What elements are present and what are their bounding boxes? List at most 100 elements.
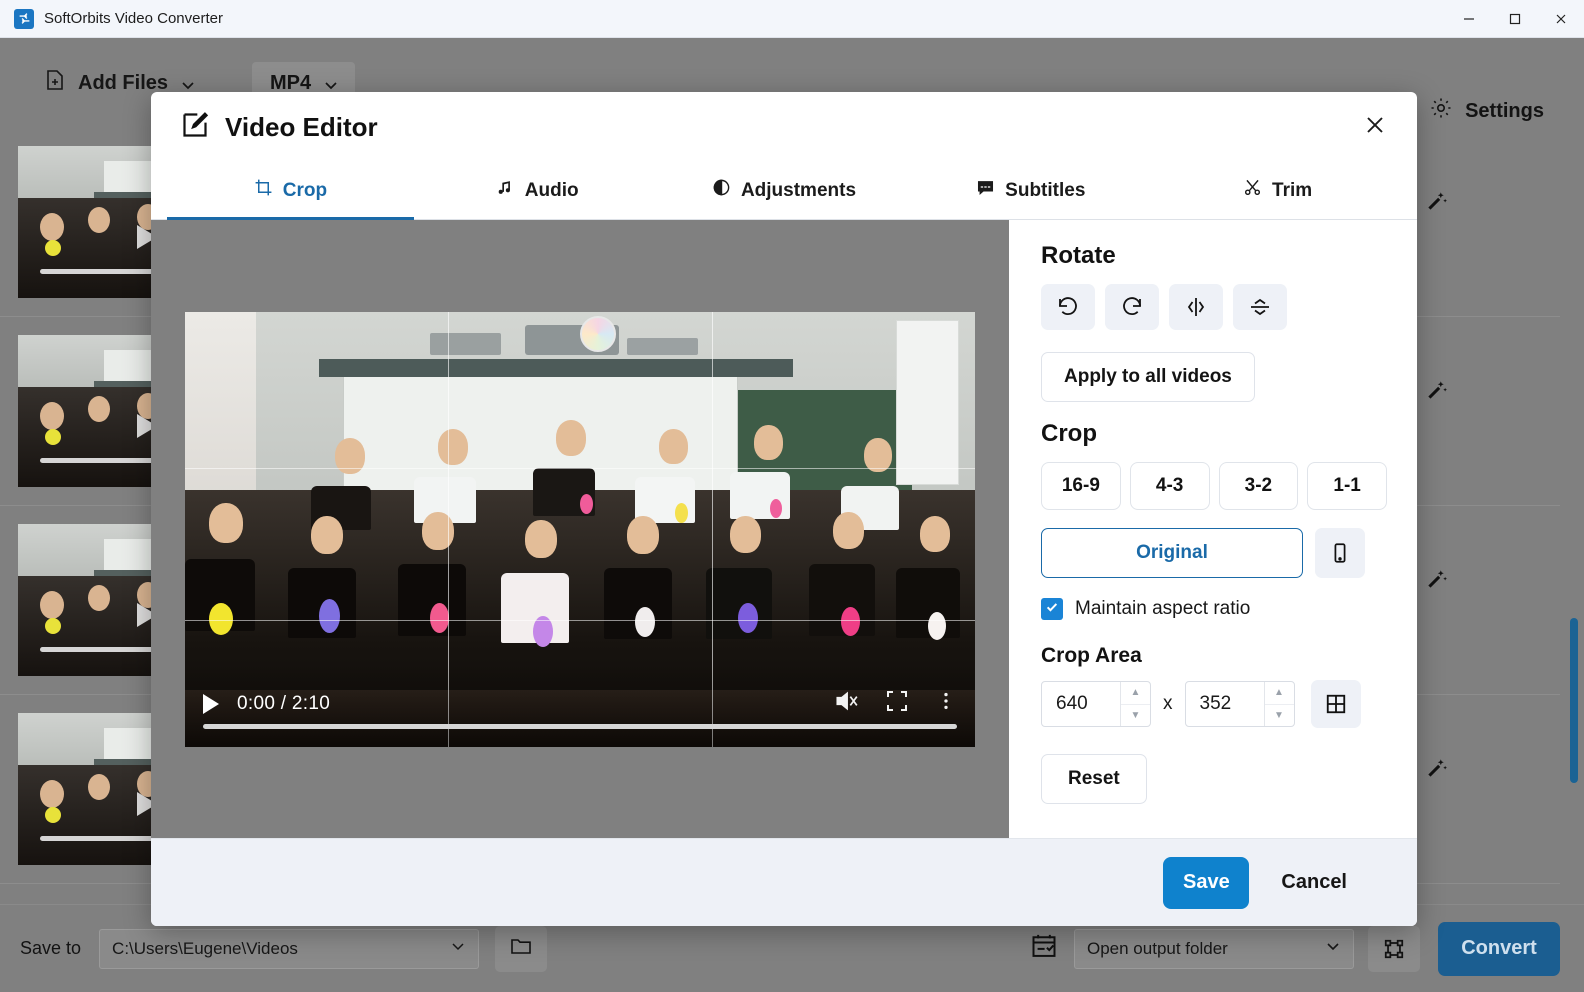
calendar-check-icon[interactable]	[1030, 932, 1058, 965]
maximize-icon[interactable]	[1492, 0, 1538, 38]
check-icon	[1045, 600, 1059, 619]
crop-separator: x	[1163, 693, 1173, 714]
folder-icon	[509, 934, 533, 963]
maintain-aspect-ratio-row[interactable]: Maintain aspect ratio	[1041, 598, 1387, 620]
fullscreen-icon[interactable]	[885, 689, 909, 718]
chevron-down-icon[interactable]	[450, 938, 466, 959]
dialog-tabs: Crop Audio Adjustments Subtitles Trim	[151, 162, 1417, 220]
crop-height-stepper[interactable]: 352 ▲ ▼	[1184, 681, 1295, 727]
ratio-1-1-button[interactable]: 1-1	[1307, 462, 1387, 510]
cancel-button[interactable]: Cancel	[1259, 857, 1369, 909]
application-window: SoftOrbits Video Converter Add Files MP4	[0, 0, 1584, 992]
ratio-4-3-button[interactable]: 4-3	[1129, 462, 1210, 510]
crop-width-increment[interactable]: ▲	[1121, 682, 1150, 705]
maintain-aspect-checkbox[interactable]	[1041, 598, 1063, 620]
rotate-right-icon[interactable]	[1105, 284, 1159, 330]
rotate-buttons-row	[1041, 284, 1387, 330]
ratio-3-2-button[interactable]: 3-2	[1218, 462, 1299, 510]
tab-crop[interactable]: Crop	[167, 162, 414, 220]
tab-label: Crop	[282, 179, 328, 201]
tab-label: Subtitles	[1005, 179, 1086, 201]
player-progress-bar[interactable]	[203, 723, 957, 729]
magic-wand-icon[interactable]	[1424, 755, 1450, 786]
play-icon[interactable]	[203, 693, 219, 714]
crop-area-row: 640 ▲ ▼ x 352 ▲ ▼	[1041, 680, 1387, 728]
convert-label: Convert	[1461, 937, 1537, 959]
crop-area-title: Crop Area	[1041, 644, 1142, 667]
apply-to-all-label: Apply to all videos	[1064, 366, 1232, 387]
after-conversion-value: Open output folder	[1087, 938, 1228, 958]
player-time: 0:00 / 2:10	[237, 692, 331, 714]
title-bar: SoftOrbits Video Converter	[0, 0, 1584, 38]
output-path-value: C:\Users\Eugene\Videos	[112, 938, 298, 958]
edit-square-icon	[181, 111, 209, 144]
maintain-aspect-label: Maintain aspect ratio	[1075, 598, 1251, 619]
magic-wand-icon[interactable]	[1424, 188, 1450, 219]
cancel-label: Cancel	[1281, 871, 1347, 893]
tab-adjustments[interactable]: Adjustments	[661, 162, 908, 219]
volume-muted-icon[interactable]	[833, 688, 859, 719]
output-path-field[interactable]: C:\Users\Eugene\Videos	[99, 928, 480, 969]
tab-label: Audio	[524, 179, 579, 201]
after-conversion-select[interactable]: Open output folder	[1074, 928, 1354, 969]
close-icon[interactable]	[1538, 0, 1584, 38]
crop-height-decrement[interactable]: ▼	[1265, 705, 1294, 727]
apply-to-all-videos-button[interactable]: Apply to all videos	[1041, 352, 1255, 402]
music-note-icon	[496, 178, 515, 203]
crop-width-arrows[interactable]: ▲ ▼	[1120, 682, 1150, 726]
scrollbar-thumb[interactable]	[1570, 618, 1578, 783]
original-label: Original	[1136, 542, 1208, 563]
ratio-label: 3-2	[1244, 475, 1273, 496]
window-title: SoftOrbits Video Converter	[44, 10, 223, 27]
rotate-left-icon[interactable]	[1041, 284, 1095, 330]
grid-four-icon[interactable]	[1310, 680, 1361, 728]
chevron-down-icon[interactable]	[323, 76, 337, 90]
tab-audio[interactable]: Audio	[414, 162, 661, 219]
dialog-header: Video Editor	[151, 92, 1417, 162]
merge-grid-icon[interactable]	[1368, 925, 1420, 972]
save-button[interactable]: Save	[1163, 856, 1250, 909]
ratio-label: 16-9	[1061, 475, 1100, 496]
add-file-icon	[44, 69, 66, 97]
video-preview-area: 0:00 / 2:10	[151, 220, 1009, 838]
chevron-down-icon[interactable]	[1325, 938, 1341, 959]
more-vertical-icon[interactable]	[935, 690, 957, 717]
original-ratio-button[interactable]: Original	[1041, 528, 1303, 578]
magic-wand-icon[interactable]	[1424, 566, 1450, 597]
tab-trim[interactable]: Trim	[1154, 162, 1401, 219]
ratio-16-9-button[interactable]: 16-9	[1041, 462, 1121, 510]
subtitle-bubble-icon	[976, 178, 995, 203]
ratio-label: 1-1	[1333, 475, 1361, 496]
flip-vertical-icon[interactable]	[1233, 284, 1287, 330]
app-logo-icon	[14, 8, 34, 29]
convert-button[interactable]: Convert	[1438, 921, 1560, 976]
rotate-section-title: Rotate	[1041, 242, 1116, 269]
add-files-label: Add Files	[78, 71, 169, 94]
settings-button[interactable]: Settings	[1429, 96, 1544, 126]
contrast-circle-icon	[712, 178, 731, 203]
crop-icon	[254, 178, 273, 203]
crop-height-increment[interactable]: ▲	[1264, 682, 1294, 705]
crop-height-arrows[interactable]: ▲ ▼	[1263, 682, 1294, 727]
close-icon[interactable]	[1363, 113, 1387, 142]
magic-wand-icon[interactable]	[1424, 377, 1450, 408]
file-list-scrollbar[interactable]	[1566, 128, 1580, 904]
reset-label: Reset	[1068, 768, 1120, 789]
flip-horizontal-icon[interactable]	[1169, 284, 1223, 330]
chevron-down-icon[interactable]	[180, 76, 194, 90]
dialog-title: Video Editor	[225, 111, 378, 142]
crop-width-value: 640	[1056, 693, 1088, 714]
crop-width-stepper[interactable]: 640 ▲ ▼	[1041, 681, 1151, 727]
reset-button[interactable]: Reset	[1041, 754, 1147, 804]
browse-folder-button[interactable]	[495, 925, 548, 972]
minimize-icon[interactable]	[1446, 0, 1492, 38]
smartphone-icon[interactable]	[1315, 528, 1365, 578]
ratio-label: 4-3	[1155, 475, 1184, 496]
aspect-ratio-row: 16-9 4-3 3-2 1-1	[1041, 462, 1387, 510]
tab-subtitles[interactable]: Subtitles	[907, 162, 1154, 219]
crop-width-decrement[interactable]: ▼	[1121, 705, 1150, 727]
video-player[interactable]: 0:00 / 2:10	[185, 311, 975, 747]
tab-label: Adjustments	[740, 179, 857, 201]
original-row: Original	[1041, 528, 1387, 578]
save-label: Save	[1183, 871, 1230, 893]
